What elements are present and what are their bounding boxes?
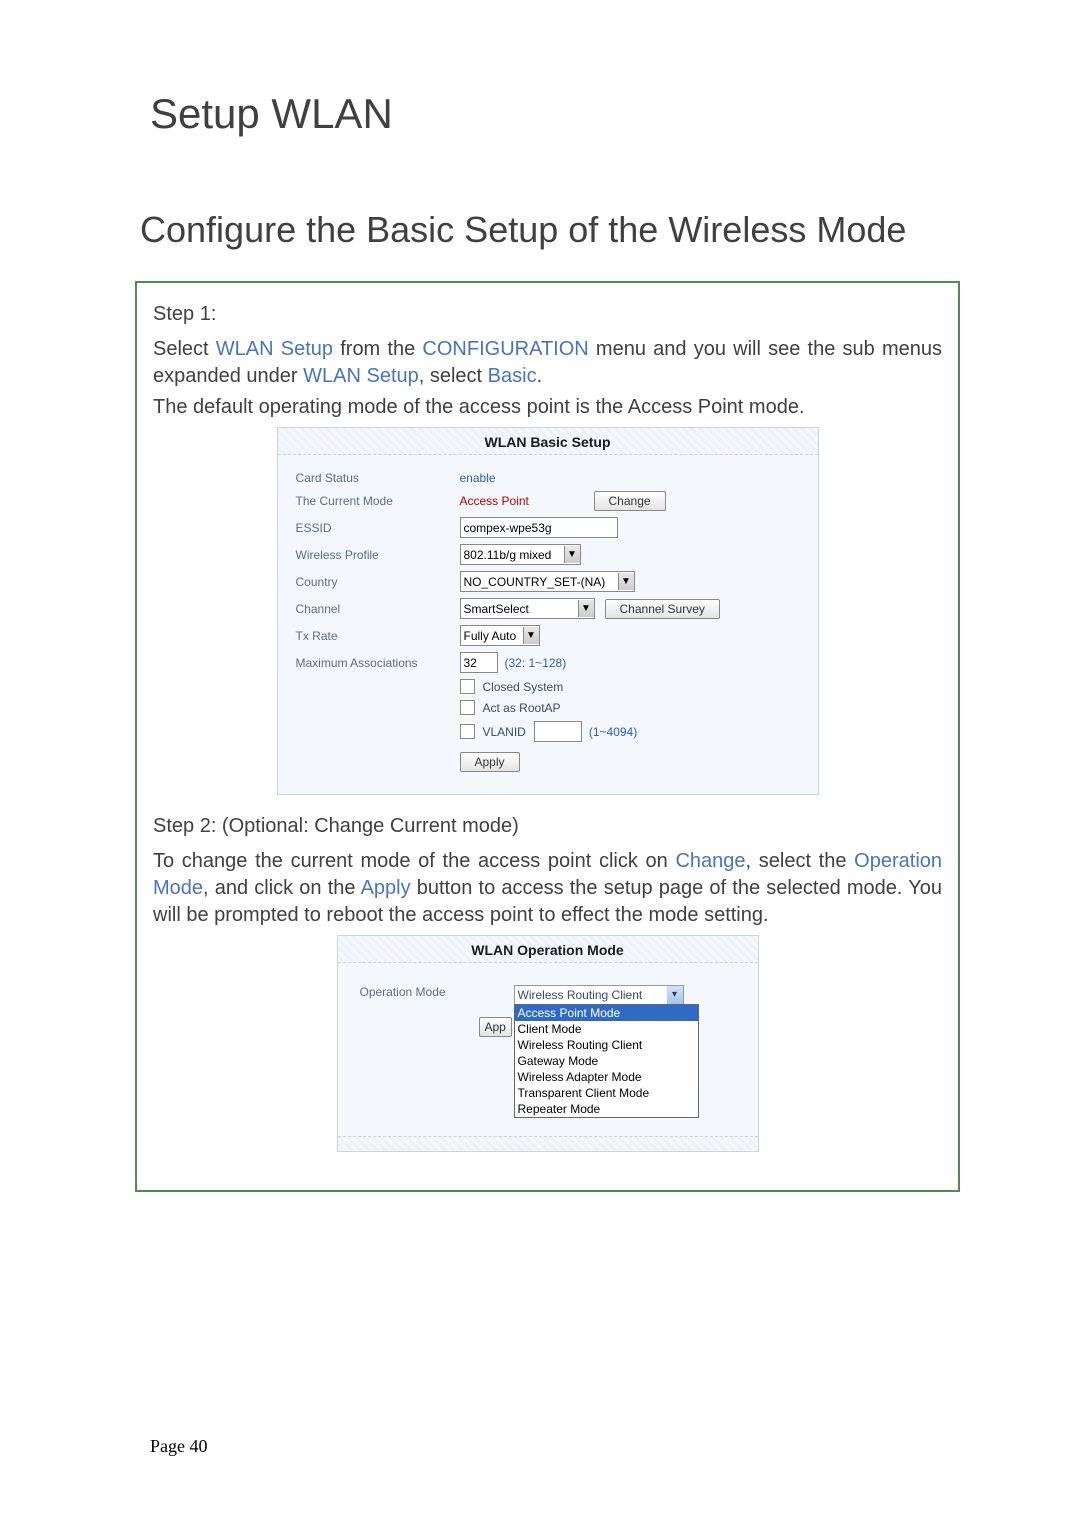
chevron-down-icon: ▼ bbox=[578, 600, 594, 617]
txrate-select[interactable]: Fully Auto ▼ bbox=[460, 625, 540, 646]
list-item[interactable]: Wireless Adapter Mode bbox=[515, 1069, 698, 1085]
wireless-profile-label: Wireless Profile bbox=[296, 548, 456, 562]
section-heading: Configure the Basic Setup of the Wireles… bbox=[140, 208, 960, 251]
channel-label: Channel bbox=[296, 602, 456, 616]
dropdown-list[interactable]: Access Point Mode Client Mode Wireless R… bbox=[514, 1004, 699, 1118]
channel-survey-button[interactable]: Channel Survey bbox=[605, 599, 720, 619]
list-item[interactable]: Transparent Client Mode bbox=[515, 1085, 698, 1101]
step1-line2: The default operating mode of the access… bbox=[153, 394, 942, 421]
panel-title: WLAN Basic Setup bbox=[278, 428, 818, 455]
select-value: 802.11b/g mixed bbox=[464, 548, 552, 562]
select-value: Fully Auto bbox=[464, 629, 517, 643]
list-item[interactable]: Wireless Routing Client bbox=[515, 1037, 698, 1053]
country-select[interactable]: NO_COUNTRY_SET-(NA) ▼ bbox=[460, 571, 635, 592]
link-wlan-setup: WLAN Setup bbox=[216, 338, 333, 360]
maxassoc-input[interactable] bbox=[460, 652, 498, 673]
page-title: Setup WLAN bbox=[150, 90, 960, 138]
list-item[interactable]: Client Mode bbox=[515, 1021, 698, 1037]
current-mode-label: The Current Mode bbox=[296, 494, 456, 508]
closed-system-checkbox[interactable] bbox=[460, 679, 475, 694]
card-status-label: Card Status bbox=[296, 471, 456, 485]
card-status-value: enable bbox=[460, 471, 496, 485]
instruction-box: Step 1: Select WLAN Setup from the CONFI… bbox=[135, 281, 960, 1192]
step1-heading: Step 1: bbox=[153, 303, 942, 326]
apply-button[interactable]: Apply bbox=[460, 752, 520, 772]
operation-mode-label: Operation Mode bbox=[360, 985, 510, 999]
apply-button-partial[interactable]: App bbox=[479, 1017, 512, 1037]
current-mode-value: Access Point bbox=[460, 494, 590, 508]
vlanid-label: VLANID bbox=[483, 725, 526, 739]
essid-label: ESSID bbox=[296, 521, 456, 535]
page-footer: Page 40 bbox=[150, 1436, 208, 1457]
chevron-down-icon: ▼ bbox=[523, 627, 539, 644]
select-value: Wireless Routing Client bbox=[518, 988, 643, 1002]
rootap-checkbox[interactable] bbox=[460, 700, 475, 715]
link-basic: Basic bbox=[488, 365, 537, 387]
panel-footer bbox=[338, 1136, 758, 1151]
link-apply: Apply bbox=[361, 877, 411, 899]
chevron-down-icon: ▼ bbox=[618, 573, 634, 590]
country-label: Country bbox=[296, 575, 456, 589]
maxassoc-label: Maximum Associations bbox=[296, 656, 456, 670]
list-item[interactable]: Repeater Mode bbox=[515, 1101, 698, 1117]
list-item[interactable]: Access Point Mode bbox=[515, 1005, 698, 1021]
change-button[interactable]: Change bbox=[594, 491, 666, 511]
text: To change the current mode of the access… bbox=[153, 850, 675, 872]
channel-select[interactable]: SmartSelect ▼ bbox=[460, 598, 595, 619]
chevron-down-icon: ▾ bbox=[667, 986, 683, 1004]
closed-system-label: Closed System bbox=[483, 680, 564, 694]
select-value: SmartSelect bbox=[464, 602, 529, 616]
txrate-label: Tx Rate bbox=[296, 629, 456, 643]
text: , select the bbox=[746, 850, 855, 872]
link-change: Change bbox=[675, 850, 745, 872]
rootap-label: Act as RootAP bbox=[483, 701, 561, 715]
step1-paragraph: Select WLAN Setup from the CONFIGURATION… bbox=[153, 336, 942, 390]
chevron-down-icon: ▼ bbox=[564, 546, 580, 563]
select-value: NO_COUNTRY_SET-(NA) bbox=[464, 575, 606, 589]
text: . bbox=[537, 365, 543, 387]
vlanid-hint: (1~4094) bbox=[589, 725, 637, 739]
operation-mode-dropdown[interactable]: Wireless Routing Client ▾ App Access Poi… bbox=[514, 985, 684, 1005]
text: Select bbox=[153, 338, 216, 360]
text: , select bbox=[419, 365, 488, 387]
vlanid-input[interactable] bbox=[534, 721, 582, 742]
list-item[interactable]: Gateway Mode bbox=[515, 1053, 698, 1069]
maxassoc-hint: (32: 1~128) bbox=[505, 656, 567, 670]
text: from the bbox=[333, 338, 422, 360]
step2-paragraph: To change the current mode of the access… bbox=[153, 848, 942, 929]
vlanid-checkbox[interactable] bbox=[460, 724, 475, 739]
wlan-operation-mode-panel: WLAN Operation Mode Operation Mode Wirel… bbox=[337, 935, 759, 1152]
link-wlan-setup-2: WLAN Setup bbox=[303, 365, 419, 387]
wlan-basic-setup-panel: WLAN Basic Setup Card Status enable The … bbox=[277, 427, 819, 795]
panel-title: WLAN Operation Mode bbox=[338, 936, 758, 963]
essid-input[interactable] bbox=[460, 517, 618, 538]
text: , and click on the bbox=[203, 877, 361, 899]
wireless-profile-select[interactable]: 802.11b/g mixed ▼ bbox=[460, 544, 581, 565]
link-configuration: CONFIGURATION bbox=[422, 338, 588, 360]
step2-heading: Step 2: (Optional: Change Current mode) bbox=[153, 815, 942, 838]
